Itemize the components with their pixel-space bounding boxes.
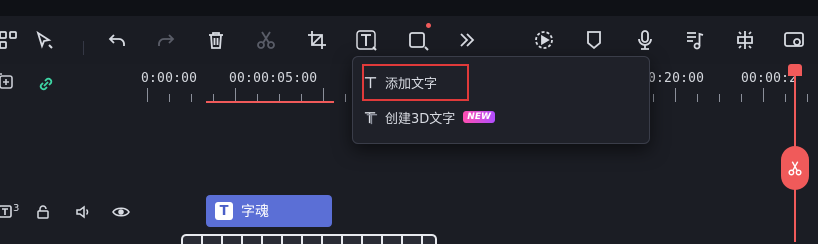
text-tool-icon[interactable] bbox=[352, 26, 380, 54]
volume-icon[interactable] bbox=[74, 204, 92, 220]
text-dropdown-menu: 添加文字 创建3D文字 NEW bbox=[352, 56, 650, 144]
ruler-tick bbox=[191, 94, 192, 102]
new-badge: NEW bbox=[463, 111, 495, 123]
visibility-eye-icon[interactable] bbox=[112, 204, 130, 220]
ruler-tick bbox=[785, 94, 786, 102]
shape-box-icon[interactable] bbox=[404, 26, 432, 54]
marker-shield-icon[interactable] bbox=[580, 26, 608, 54]
timecode-label: 00:00:05:00 bbox=[229, 71, 318, 86]
ruler-tick bbox=[147, 88, 148, 102]
add-track-icon[interactable] bbox=[0, 72, 16, 92]
ruler-tick bbox=[323, 88, 324, 102]
toolbar-divider bbox=[83, 41, 84, 55]
layout-grid-icon[interactable] bbox=[0, 26, 22, 54]
ruler-tick bbox=[697, 94, 698, 102]
ruler-tick bbox=[741, 94, 742, 102]
split-sparkle-icon[interactable] bbox=[731, 26, 759, 54]
menu-item-create-3d-text[interactable]: 创建3D文字 NEW bbox=[361, 101, 495, 133]
undo-icon[interactable] bbox=[103, 26, 131, 54]
track-number: 3 bbox=[13, 203, 20, 214]
3d-text-icon bbox=[361, 108, 379, 126]
select-pointer-icon[interactable] bbox=[30, 26, 58, 54]
ruler-tick bbox=[807, 94, 808, 102]
music-note-icon[interactable] bbox=[681, 26, 709, 54]
speed-play-icon[interactable] bbox=[530, 26, 558, 54]
track-header-column: 3 bbox=[0, 64, 141, 242]
preview-eye-icon[interactable] bbox=[780, 26, 808, 54]
cut-scissors-icon[interactable] bbox=[252, 26, 280, 54]
text-clip[interactable]: T 字魂 bbox=[206, 195, 332, 227]
lock-icon[interactable] bbox=[35, 204, 51, 220]
timecode-label: 0:00:00 bbox=[141, 71, 198, 86]
work-range-line[interactable] bbox=[206, 101, 334, 103]
timecode-label: 0:20:00 bbox=[648, 71, 705, 86]
selection-highlight-box bbox=[362, 64, 469, 101]
microphone-icon[interactable] bbox=[631, 26, 659, 54]
menu-item-label: 创建3D文字 bbox=[385, 111, 456, 127]
text-clip-badge: T bbox=[215, 202, 233, 220]
scissors-icon bbox=[788, 161, 802, 176]
ruler-tick bbox=[675, 88, 676, 102]
ruler-tick bbox=[235, 88, 236, 102]
text-clip-label: 字魂 bbox=[241, 204, 269, 220]
playhead-split-button[interactable] bbox=[781, 146, 809, 190]
track-type-icon bbox=[0, 204, 14, 220]
video-clip-strip[interactable] bbox=[181, 234, 437, 244]
delete-trash-icon[interactable] bbox=[202, 26, 230, 54]
link-chain-icon[interactable] bbox=[36, 74, 56, 94]
ruler-tick bbox=[763, 88, 764, 102]
crop-icon[interactable] bbox=[303, 26, 331, 54]
ruler-tick bbox=[653, 94, 654, 102]
playhead-handle[interactable] bbox=[788, 64, 802, 76]
ruler-tick bbox=[345, 94, 346, 102]
more-chevrons-icon[interactable] bbox=[453, 26, 481, 54]
redo-icon[interactable] bbox=[152, 26, 180, 54]
ruler-tick bbox=[719, 94, 720, 102]
title-strip bbox=[0, 0, 818, 16]
ruler-tick bbox=[169, 94, 170, 102]
